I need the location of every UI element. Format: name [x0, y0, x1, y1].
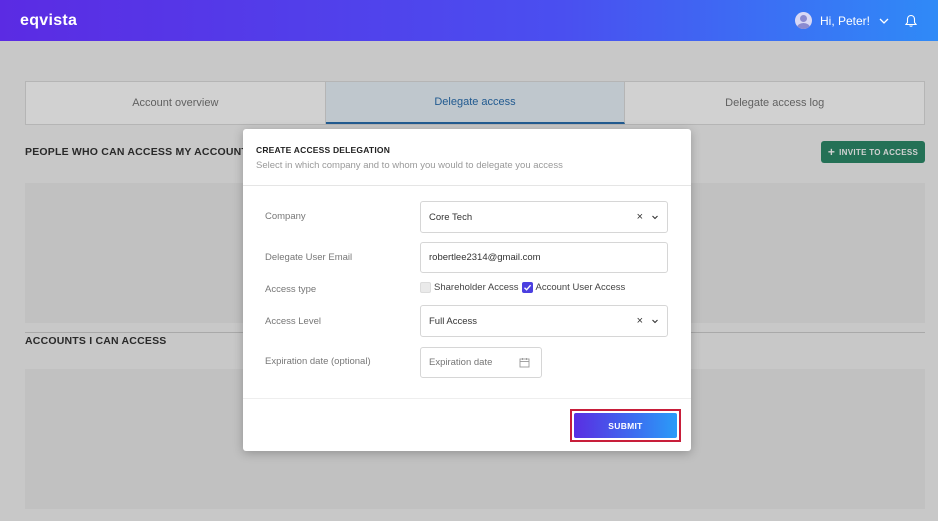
shareholder-access-checkbox[interactable] [420, 282, 431, 293]
create-access-delegation-modal: CREATE ACCESS DELEGATION Select in which… [243, 129, 691, 451]
access-level-label: Access Level [265, 316, 321, 327]
submit-button[interactable]: SUBMIT [574, 413, 677, 438]
email-value: robertlee2314@gmail.com [429, 252, 541, 263]
chevron-down-icon[interactable] [878, 15, 890, 27]
user-greeting[interactable]: Hi, Peter! [820, 14, 870, 28]
company-select[interactable]: Core Tech × [420, 201, 668, 233]
user-avatar-icon[interactable] [794, 12, 812, 29]
user-menu[interactable]: Hi, Peter! [794, 12, 918, 29]
access-type-options: Shareholder Access Account User Access [420, 282, 625, 293]
submit-highlight: SUBMIT [570, 409, 681, 442]
expiration-label: Expiration date (optional) [265, 356, 371, 367]
modal-title: CREATE ACCESS DELEGATION [256, 145, 391, 155]
chevron-down-icon[interactable] [651, 213, 659, 221]
calendar-icon[interactable] [519, 357, 530, 368]
shareholder-access-label[interactable]: Shareholder Access [434, 282, 519, 293]
eqvista-logo[interactable]: eqvista [20, 12, 77, 30]
modal-header: CREATE ACCESS DELEGATION Select in which… [243, 129, 691, 186]
delegate-email-field[interactable]: robertlee2314@gmail.com [420, 242, 668, 273]
company-value: Core Tech [429, 211, 473, 223]
modal-subtitle: Select in which company and to whom you … [256, 160, 563, 171]
access-level-value: Full Access [429, 315, 478, 327]
chevron-down-icon[interactable] [651, 317, 659, 325]
access-type-label: Access type [265, 284, 317, 295]
expiration-date-input[interactable] [429, 357, 519, 368]
clear-icon[interactable]: × [637, 211, 643, 223]
clear-icon[interactable]: × [637, 315, 643, 327]
account-user-access-label[interactable]: Account User Access [536, 282, 626, 293]
modal-footer-divider [243, 398, 691, 399]
account-user-access-checkbox[interactable] [521, 282, 533, 293]
expiration-date-field[interactable] [420, 347, 542, 378]
checkmark-icon [523, 284, 531, 291]
top-navbar: eqvista Hi, Peter! [0, 0, 938, 41]
bell-icon[interactable] [904, 14, 918, 28]
email-label: Delegate User Email [265, 252, 353, 263]
access-level-select[interactable]: Full Access × [420, 305, 668, 337]
company-label: Company [265, 211, 306, 222]
